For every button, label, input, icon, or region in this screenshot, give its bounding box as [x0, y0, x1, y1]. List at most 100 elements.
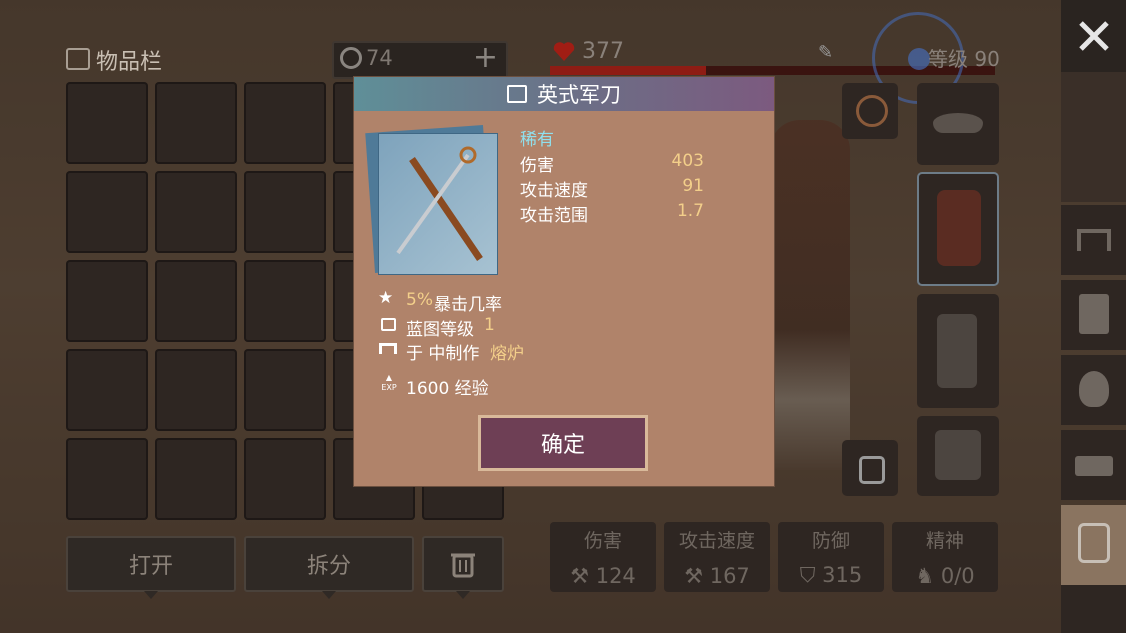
blueprint-level-value: 1	[484, 315, 495, 335]
hat-icon	[933, 113, 983, 133]
stat-value: ⛉ 315	[778, 563, 884, 588]
wolf-icon: ♞	[915, 564, 941, 588]
inventory-slot[interactable]	[66, 260, 148, 342]
inventory-slot[interactable]	[244, 438, 326, 520]
item-image	[365, 125, 500, 277]
sidebar-item-forge[interactable]	[1061, 430, 1126, 500]
stat-label: 伤害	[583, 530, 622, 552]
open-button[interactable]: 打开	[66, 536, 236, 599]
stat-defense: 防御 ⛉ 315	[778, 522, 884, 592]
exp-icon: ▲ EXP	[381, 373, 397, 392]
stat-number: 167	[709, 564, 750, 588]
sidebar-item-crafting[interactable]	[1061, 205, 1126, 275]
speed-icon: ⚒	[684, 564, 710, 588]
inventory-slot[interactable]	[155, 349, 237, 431]
stat-number: 0/0	[940, 564, 975, 588]
exp-icon-text: EXP	[381, 383, 397, 392]
attr-value-attack-range: 1.7	[676, 201, 704, 221]
blueprint-icon	[507, 85, 527, 103]
quest-icon	[1079, 294, 1109, 334]
workbench-icon	[1077, 229, 1111, 251]
pants-slot[interactable]	[917, 294, 999, 408]
close-button[interactable]	[1061, 0, 1126, 72]
star-icon: ★	[378, 288, 394, 308]
currency-value: 74	[366, 46, 393, 70]
add-currency-button[interactable]: +	[473, 40, 498, 75]
shield-icon: ⛉	[799, 563, 823, 587]
boots-icon	[935, 430, 981, 480]
backpack-icon	[1078, 523, 1110, 563]
sidebar-item-quests[interactable]	[1061, 280, 1126, 350]
blueprint-level-label: 蓝图等级	[406, 320, 474, 340]
crit-value: 5%	[406, 290, 433, 310]
trash-icon	[451, 553, 475, 578]
open-button-label: 打开	[128, 554, 173, 579]
stat-label: 防御	[811, 530, 850, 552]
close-icon	[1078, 21, 1109, 51]
stat-label: 精神	[925, 530, 964, 552]
health-bar-fill	[550, 66, 706, 75]
lasso-icon	[856, 95, 888, 127]
inventory-slot[interactable]	[244, 171, 326, 253]
blueprint-level-icon	[381, 318, 396, 331]
exp-value: 1600 经验	[406, 379, 489, 399]
split-button-label: 拆分	[306, 554, 351, 579]
sidebar-item-trade[interactable]	[1061, 355, 1126, 425]
attr-label-damage: 伤害	[520, 156, 554, 176]
confirm-button-label: 确定	[540, 433, 585, 458]
attr-value-damage: 403	[671, 151, 704, 171]
stat-label: 攻击速度	[678, 530, 755, 552]
inventory-slot[interactable]	[155, 171, 237, 253]
health-value: 377	[582, 39, 624, 64]
coin-icon	[340, 47, 362, 69]
inventory-slot[interactable]	[244, 260, 326, 342]
money-bag-icon	[1079, 371, 1109, 407]
boots-slot[interactable]	[917, 416, 999, 496]
saber-icon	[396, 146, 483, 261]
stat-number: 124	[595, 564, 636, 588]
side-nav-gap	[1061, 72, 1126, 202]
stat-damage: 伤害 ⚒ 124	[550, 522, 656, 592]
craft-station: 熔炉	[490, 344, 524, 364]
heart-icon	[553, 42, 575, 61]
trash-button[interactable]	[422, 536, 504, 599]
stat-value: ♞ 0/0	[892, 564, 998, 588]
inventory-slot[interactable]	[66, 438, 148, 520]
coat-slot[interactable]	[917, 172, 999, 286]
inventory-slot[interactable]	[244, 349, 326, 431]
stat-attack-speed: 攻击速度 ⚒ 167	[664, 522, 770, 592]
stat-number: 315	[822, 563, 863, 587]
hat-slot[interactable]	[917, 83, 999, 165]
currency-bar: 74 +	[332, 40, 508, 79]
inventory-slot[interactable]	[155, 82, 237, 164]
inventory-icon	[66, 48, 90, 70]
workbench-small-icon	[379, 343, 397, 354]
inventory-slot[interactable]	[244, 82, 326, 164]
attr-label-attack-range: 攻击范围	[520, 206, 588, 226]
ring-icon	[859, 456, 885, 484]
item-name: 英式军刀	[537, 83, 621, 107]
dialog-header: 英式军刀	[354, 77, 774, 111]
confirm-button[interactable]: 确定	[478, 415, 648, 471]
item-rarity: 稀有	[520, 130, 554, 150]
attr-value-attack-speed: 91	[682, 176, 704, 196]
item-detail-dialog: 英式军刀 稀有 伤害 403 攻击速度 91 攻击范围 1.7 ★ 5% 暴击几…	[353, 76, 775, 487]
stat-value: ⚒ 167	[664, 564, 770, 588]
ring-slot[interactable]	[842, 440, 898, 496]
inventory-slot[interactable]	[155, 260, 237, 342]
stat-value: ⚒ 124	[550, 564, 656, 588]
dpad-knob	[908, 48, 930, 70]
inventory-slot[interactable]	[66, 349, 148, 431]
inventory-slot[interactable]	[155, 438, 237, 520]
stat-spirit: 精神 ♞ 0/0	[892, 522, 998, 592]
level-label: 等级 90	[928, 47, 1000, 71]
edit-icon[interactable]: ✎	[818, 42, 833, 63]
craft-label: 于 中制作	[406, 344, 480, 364]
inventory-slot[interactable]	[66, 171, 148, 253]
sidebar-item-inventory[interactable]	[1061, 505, 1126, 585]
side-nav-bottom	[1061, 585, 1126, 633]
accessory-slot[interactable]	[842, 83, 898, 139]
split-button[interactable]: 拆分	[244, 536, 414, 599]
damage-icon: ⚒	[570, 564, 596, 588]
inventory-slot[interactable]	[66, 82, 148, 164]
